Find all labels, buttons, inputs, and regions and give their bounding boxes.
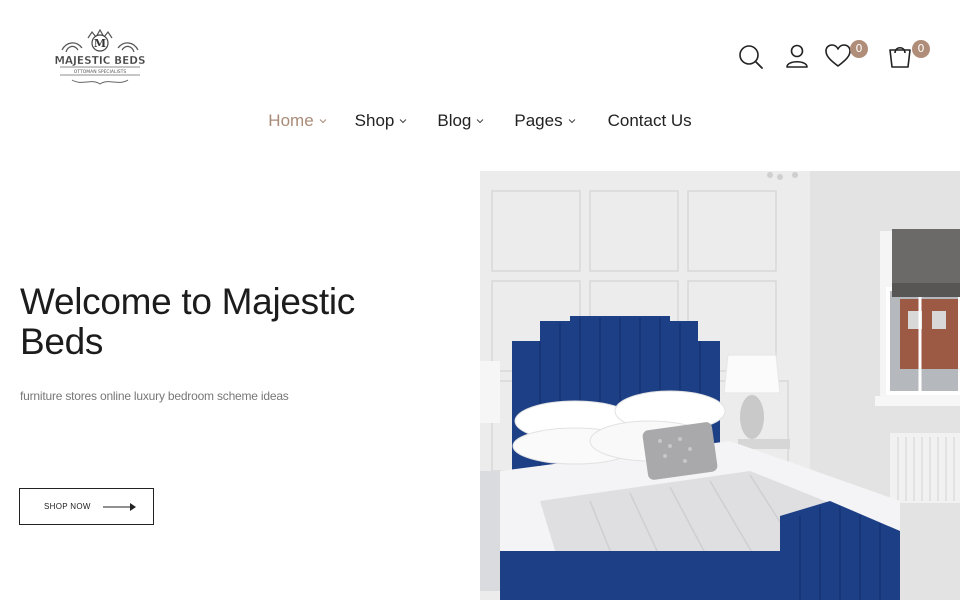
shop-now-button[interactable]: SHOP NOW [19, 488, 154, 525]
nav-item-label: Pages [514, 111, 563, 130]
hero-subtitle: furniture stores online luxury bedroom s… [20, 389, 289, 403]
chevron-down-icon [319, 117, 327, 125]
wishlist-icon[interactable] [824, 42, 852, 70]
wishlist-count-badge: 0 [850, 40, 868, 58]
chevron-down-icon [568, 117, 576, 125]
arrow-right-icon [102, 502, 137, 512]
main-nav: Home Shop Blog Pages Contact Us [0, 108, 960, 134]
svg-text:MAJESTIC BEDS: MAJESTIC BEDS [54, 55, 145, 67]
svg-text:M: M [94, 37, 106, 50]
cart-bag-icon[interactable] [886, 42, 914, 70]
nav-item-label: Contact Us [607, 111, 692, 130]
cart-count-badge: 0 [912, 40, 930, 58]
nav-item-shop[interactable]: Shop [355, 108, 408, 134]
chevron-down-icon [476, 117, 484, 125]
nav-item-label: Home [268, 111, 314, 130]
nav-item-pages[interactable]: Pages [514, 108, 575, 134]
chevron-down-icon [399, 117, 407, 125]
brand-logo[interactable]: M MAJESTIC BEDS OTTOMAN SPECIALISTS [52, 26, 148, 92]
user-icon[interactable] [783, 42, 811, 70]
nav-item-home[interactable]: Home [268, 108, 327, 134]
nav-item-contact-us[interactable]: Contact Us [608, 108, 692, 134]
nav-item-label: Shop [354, 111, 395, 130]
nav-item-label: Blog [437, 111, 472, 130]
hero-title: Welcome to Majestic Beds [20, 281, 355, 362]
svg-text:OTTOMAN SPECIALISTS: OTTOMAN SPECIALISTS [74, 69, 127, 75]
shop-now-label: SHOP NOW [44, 502, 91, 511]
search-icon[interactable] [737, 42, 765, 70]
nav-item-blog[interactable]: Blog [437, 108, 484, 134]
hero-bedroom-image [480, 171, 960, 600]
